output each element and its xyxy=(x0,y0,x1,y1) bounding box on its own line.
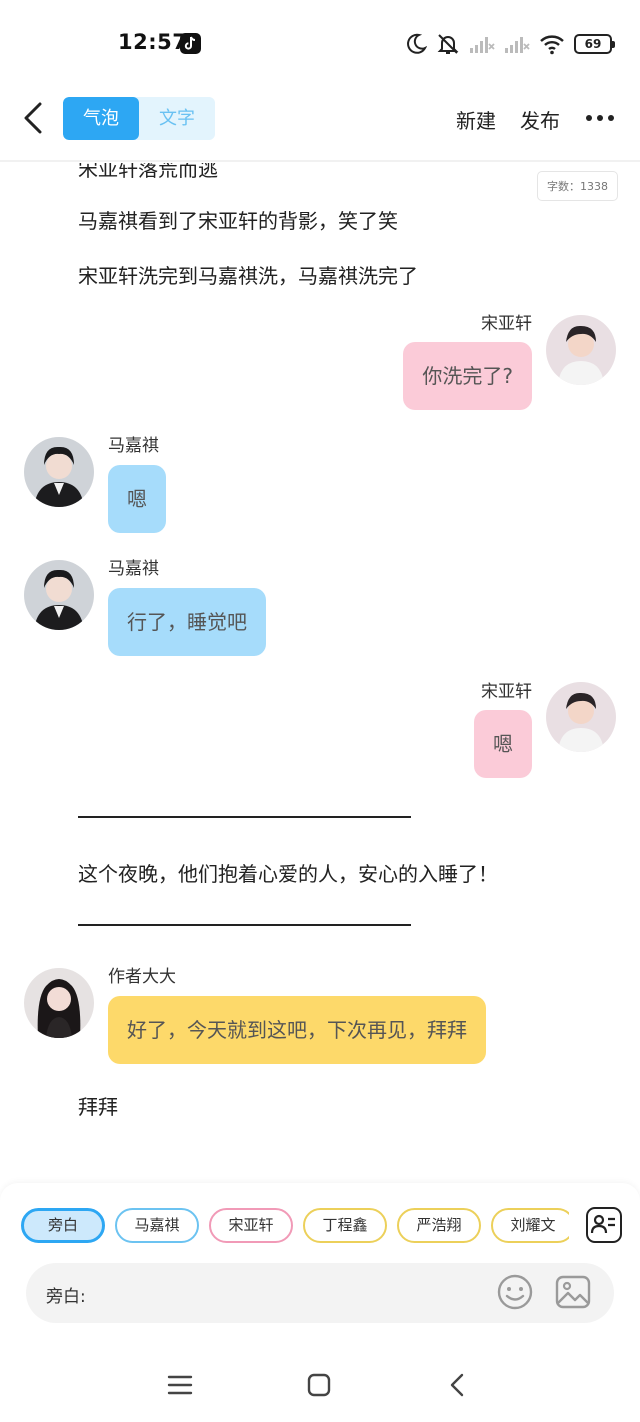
image-icon[interactable] xyxy=(554,1273,592,1311)
message-bubble[interactable]: 好了，今天就到这吧，下次再见，拜拜 xyxy=(108,996,486,1064)
avatar-majiaqi[interactable] xyxy=(24,560,94,630)
contact-card-icon[interactable] xyxy=(586,1207,622,1243)
menu-icon[interactable] xyxy=(167,1372,193,1398)
character-chip[interactable]: 马嘉祺 xyxy=(115,1208,199,1243)
narration-4[interactable]: 拜拜 xyxy=(78,1091,118,1120)
home-icon[interactable] xyxy=(306,1372,332,1398)
speaker-name: 宋亚轩 xyxy=(481,314,532,334)
narration-2[interactable]: 宋亚轩洗完到马嘉祺洗，马嘉祺洗完了 xyxy=(78,260,418,289)
app-header: 气泡 文字 新建 发布 xyxy=(0,88,640,162)
status-bar: 12:57 69 xyxy=(0,0,640,88)
character-chip[interactable]: 丁程鑫 xyxy=(303,1208,387,1243)
avatar-majiaqi[interactable] xyxy=(24,437,94,507)
avatar-songyaxuan[interactable] xyxy=(546,682,616,752)
character-chip[interactable]: 严浩翔 xyxy=(397,1208,481,1243)
message-bubble[interactable]: 行了，睡觉吧 xyxy=(108,588,266,656)
mute-bell-icon xyxy=(437,34,459,54)
tiktok-icon xyxy=(180,33,201,54)
smiley-icon[interactable] xyxy=(496,1273,534,1311)
tab-bubble[interactable]: 气泡 xyxy=(63,97,139,140)
divider-line xyxy=(78,816,411,818)
system-nav-bar xyxy=(0,1348,640,1422)
avatar-author[interactable] xyxy=(24,968,94,1038)
character-chip[interactable]: 刘耀文 xyxy=(491,1208,569,1243)
tab-text[interactable]: 文字 xyxy=(139,97,215,140)
word-count-badge: 字数：1338 xyxy=(537,171,618,201)
battery-icon: 69 xyxy=(574,34,615,54)
status-icons: 69 xyxy=(405,30,615,58)
signal-2-icon xyxy=(505,37,530,53)
narration-partial[interactable]: 宋亚轩落荒而逃 xyxy=(78,163,218,182)
more-dots-icon[interactable] xyxy=(586,115,614,123)
status-time: 12:57 xyxy=(118,30,188,54)
message-input[interactable]: 旁白: xyxy=(26,1263,614,1323)
message-bubble[interactable]: 嗯 xyxy=(108,465,166,533)
signal-1-icon xyxy=(470,37,495,53)
publish-button[interactable]: 发布 xyxy=(520,105,560,134)
character-chips: 旁白 马嘉祺 宋亚轩 丁程鑫 严浩翔 刘耀文 xyxy=(21,1208,569,1245)
input-speaker-label: 旁白: xyxy=(46,1287,86,1307)
compose-panel: 旁白 马嘉祺 宋亚轩 丁程鑫 严浩翔 刘耀文 旁白: xyxy=(0,1183,640,1348)
wifi-icon xyxy=(540,35,564,55)
speaker-name: 作者大大 xyxy=(108,967,176,987)
speaker-name: 马嘉祺 xyxy=(108,436,159,456)
message-bubble[interactable]: 你洗完了? xyxy=(403,342,532,410)
back-button[interactable] xyxy=(16,100,50,136)
narration-3[interactable]: 这个夜晚，他们抱着心爱的人，安心的入睡了！ xyxy=(78,858,498,887)
speaker-name: 宋亚轩 xyxy=(481,682,532,702)
back-nav-icon[interactable] xyxy=(445,1372,471,1398)
character-chip-narrator[interactable]: 旁白 xyxy=(21,1208,105,1243)
avatar-songyaxuan[interactable] xyxy=(546,315,616,385)
mode-tabs: 气泡 文字 xyxy=(63,97,215,140)
story-content[interactable]: 宋亚轩落荒而逃 字数：1338 马嘉祺看到了宋亚轩的背影，笑了笑 宋亚轩洗完到马… xyxy=(0,163,640,1183)
new-button[interactable]: 新建 xyxy=(456,105,496,134)
speaker-name: 马嘉祺 xyxy=(108,559,159,579)
character-chip[interactable]: 宋亚轩 xyxy=(209,1208,293,1243)
divider-line xyxy=(78,924,411,926)
narration-1[interactable]: 马嘉祺看到了宋亚轩的背影，笑了笑 xyxy=(78,205,398,234)
message-bubble[interactable]: 嗯 xyxy=(474,710,532,778)
moon-icon xyxy=(407,33,427,54)
